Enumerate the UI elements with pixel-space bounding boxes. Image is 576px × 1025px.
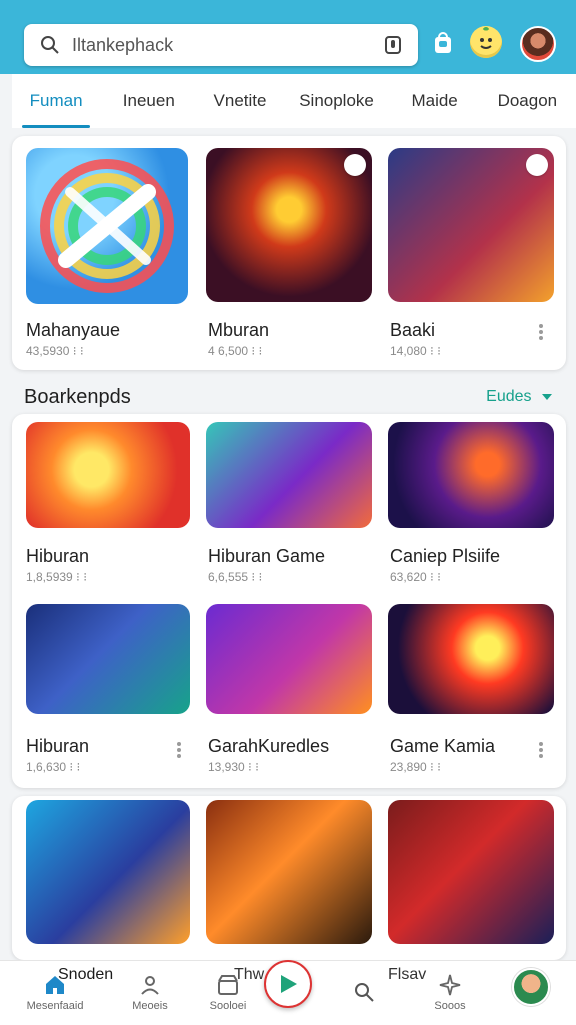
- verified-badge-icon: [344, 154, 366, 176]
- verified-badge-icon: [526, 154, 548, 176]
- play-button[interactable]: [264, 960, 312, 1008]
- game-tile-cannon[interactable]: [206, 800, 372, 944]
- app-title: Mburan: [208, 320, 270, 340]
- game-tile-music[interactable]: [206, 604, 372, 714]
- tab-vnetite[interactable]: Vnetite: [197, 74, 282, 128]
- game-meta: 1,6,630 ⁝ ⁝: [26, 760, 81, 774]
- sparkle-icon: [439, 974, 461, 995]
- search-icon: [355, 983, 374, 1002]
- user-avatar[interactable]: [520, 26, 556, 62]
- game-tile-shapone[interactable]: [206, 148, 372, 302]
- emoji-icon[interactable]: [470, 26, 502, 58]
- game-title: Hiburan: [26, 736, 90, 756]
- search-icon: [41, 36, 59, 54]
- play-icon: [281, 975, 297, 993]
- app-title: Mahanyaue: [26, 320, 121, 340]
- nav-profile-label: Meoeis: [132, 999, 168, 1012]
- game-meta: 6,6,555 ⁝ ⁝: [208, 570, 263, 584]
- nav-search[interactable]: [340, 960, 388, 1024]
- search-input[interactable]: Iltankephack: [72, 35, 173, 56]
- more-options-icon[interactable]: [176, 740, 182, 758]
- game-title: Caniep Plsiife: [390, 546, 501, 566]
- nav-store-top-label: Thw: [234, 966, 265, 983]
- game-tile-bobeh[interactable]: [388, 800, 554, 944]
- profile-avatar[interactable]: [512, 968, 550, 1006]
- app-tile-mahanyaue[interactable]: [26, 148, 188, 304]
- nav-profile[interactable]: Meoeis: [118, 960, 182, 1024]
- game-title: Game Kamia: [390, 736, 496, 756]
- section-title: Boarkenpds: [24, 386, 131, 408]
- game-meta: 1,8,5939 ⁝ ⁝: [26, 570, 88, 584]
- game-tile-hyokaen[interactable]: [26, 800, 190, 944]
- game-title: Hiburan: [26, 546, 90, 566]
- nav-home-top-label: Snoden: [58, 966, 114, 983]
- person-icon: [141, 975, 159, 995]
- game-title: Hiburan Game: [208, 546, 326, 566]
- game-meta: 23,890 ⁝ ⁝: [390, 760, 441, 774]
- tab-sinoploke[interactable]: Sinoploke: [283, 74, 391, 128]
- app-title: Baaki: [390, 320, 436, 340]
- game-meta: 13,930 ⁝ ⁝: [208, 760, 259, 774]
- tab-ineuen[interactable]: Ineuen: [100, 74, 197, 128]
- nav-store-label: Sooloei: [209, 999, 247, 1012]
- chevron-down-icon: [542, 393, 552, 400]
- shopping-bag-icon[interactable]: [430, 30, 456, 56]
- game-tile-hero[interactable]: [388, 148, 554, 302]
- tab-fuman[interactable]: Fuman: [12, 74, 100, 128]
- game-meta: 63,620 ⁝ ⁝: [390, 570, 441, 584]
- game-tile-smiley[interactable]: [26, 604, 190, 714]
- nav-spark[interactable]: Sooos: [420, 960, 480, 1024]
- section-link[interactable]: Eudes: [486, 388, 552, 406]
- search-bar[interactable]: Iltankephack: [24, 24, 418, 66]
- game-title: GarahKuredles: [208, 736, 330, 756]
- game-tile-sooda[interactable]: [206, 422, 372, 528]
- category-tabs: Fuman Ineuen Vnetite Sinoploke Maide Doa…: [12, 74, 576, 128]
- game-tile-hibaq[interactable]: [26, 422, 190, 528]
- app-logo-icon: [40, 159, 174, 293]
- app-meta: 43,5930 ⁝ ⁝: [26, 344, 84, 358]
- game-tile-phee[interactable]: [388, 604, 554, 714]
- more-options-icon[interactable]: [538, 322, 544, 340]
- app-meta: 4 6,500 ⁝ ⁝: [208, 344, 263, 358]
- tab-maide[interactable]: Maide: [391, 74, 479, 128]
- nav-spark-label: Sooos: [434, 999, 466, 1012]
- nav-home-label: Mesenfaaid: [26, 999, 84, 1012]
- tab-doagon[interactable]: Doagon: [479, 74, 576, 128]
- app-meta: 14,080 ⁝ ⁝: [390, 344, 441, 358]
- section-link-label: Eudes: [486, 388, 532, 405]
- game-tile-daucheank[interactable]: [388, 422, 554, 528]
- microphone-icon[interactable]: [384, 35, 402, 55]
- more-options-icon[interactable]: [538, 740, 544, 758]
